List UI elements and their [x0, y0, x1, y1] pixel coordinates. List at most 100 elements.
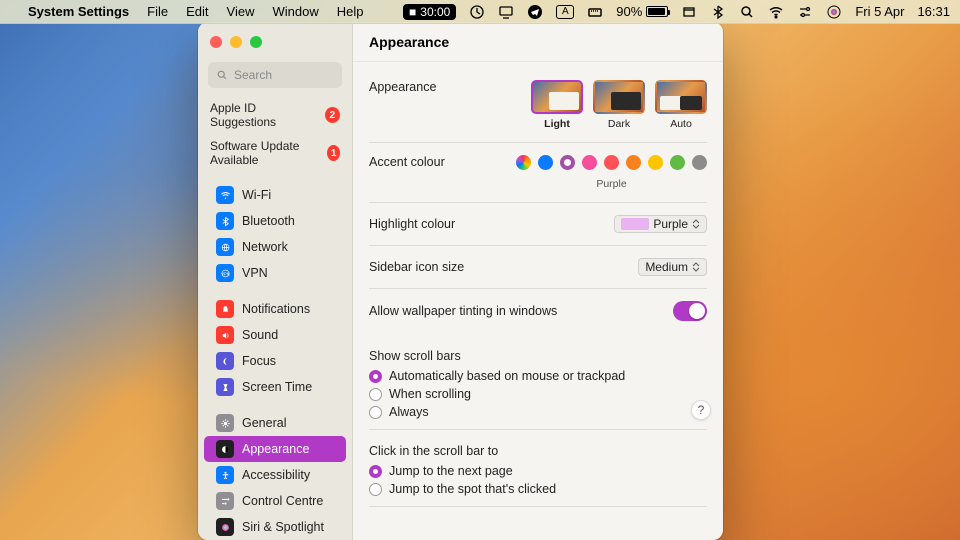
sidebar-item-general[interactable]: General — [204, 410, 346, 436]
sidebar: Search Apple ID Suggestions2 Software Up… — [198, 22, 353, 540]
sidebar-item-notifications[interactable]: Notifications — [204, 296, 346, 322]
radio-label: Jump to the spot that's clicked — [389, 482, 556, 496]
sidebar-item-label: Appearance — [242, 442, 309, 456]
sidebar-item-vpn[interactable]: VPN VPN — [204, 260, 346, 286]
telegram-icon[interactable] — [527, 4, 543, 20]
radio-label: When scrolling — [389, 387, 471, 401]
sidebar-icon-size-popup[interactable]: Medium — [638, 258, 707, 276]
sidebar-item-bluetooth[interactable]: Bluetooth — [204, 208, 346, 234]
radio-option[interactable]: Jump to the next page — [369, 462, 707, 480]
minimize-button[interactable] — [230, 36, 242, 48]
menu-help[interactable]: Help — [337, 4, 364, 19]
row-label: Allow wallpaper tinting in windows — [369, 304, 557, 318]
radio-dot — [369, 483, 382, 496]
sidebar-item-accessibility[interactable]: Accessibility — [204, 462, 346, 488]
thumbnail — [655, 80, 707, 114]
sidebar-item-label: VPN — [242, 266, 268, 280]
radio-dot — [369, 388, 382, 401]
accent-swatch[interactable] — [582, 155, 597, 170]
menu-file[interactable]: File — [147, 4, 168, 19]
sidebar-notice[interactable]: Apple ID Suggestions2 — [198, 96, 352, 134]
radio-label: Automatically based on mouse or trackpad — [389, 369, 625, 383]
mode-label: Light — [544, 118, 570, 130]
close-button[interactable] — [210, 36, 222, 48]
globe-icon — [216, 238, 234, 256]
control-centre-icon[interactable] — [797, 4, 813, 20]
sidebar-item-sound[interactable]: Sound — [204, 322, 346, 348]
sidebar-item-label: Wi-Fi — [242, 188, 271, 202]
accent-swatch[interactable] — [692, 155, 707, 170]
search-placeholder: Search — [234, 68, 272, 82]
radio-dot — [369, 406, 382, 419]
row-label: Highlight colour — [369, 217, 455, 231]
highlight-colour-popup[interactable]: Purple — [614, 215, 707, 233]
accent-swatch[interactable] — [560, 155, 575, 170]
thumbnail — [593, 80, 645, 114]
battery-menu-extra[interactable]: 90% — [616, 4, 668, 19]
sidebar-item-label: General — [242, 416, 286, 430]
accent-swatch[interactable] — [604, 155, 619, 170]
sidebar-item-appearance[interactable]: Appearance — [204, 436, 346, 462]
zoom-button[interactable] — [250, 36, 262, 48]
cc-icon — [216, 492, 234, 510]
menu-view[interactable]: View — [227, 4, 255, 19]
accent-swatch[interactable] — [516, 155, 531, 170]
accent-swatch[interactable] — [648, 155, 663, 170]
thumbnail — [531, 80, 583, 114]
svg-text:VPN: VPN — [221, 271, 229, 276]
spotlight-icon[interactable] — [739, 4, 755, 20]
menu-extra-icon[interactable] — [469, 4, 485, 20]
accent-swatch[interactable] — [670, 155, 685, 170]
appearance-mode-dark[interactable]: Dark — [593, 80, 645, 130]
sidebar-item-label: Siri & Spotlight — [242, 520, 324, 534]
accent-selected-name: Purple — [596, 178, 626, 190]
siri-icon[interactable] — [826, 4, 842, 20]
sidebar-item-siri-spotlight[interactable]: Siri & Spotlight — [204, 514, 346, 540]
clock-time[interactable]: 16:31 — [917, 4, 950, 19]
wallpaper-tinting-toggle[interactable] — [673, 301, 707, 321]
search-input[interactable]: Search — [208, 62, 342, 88]
appearance-mode-light[interactable]: Light — [531, 80, 583, 130]
page-title: Appearance — [353, 22, 723, 62]
app-menu[interactable]: System Settings — [28, 4, 129, 19]
moon-icon — [216, 352, 234, 370]
menu-extra-icon[interactable] — [681, 4, 697, 20]
sidebar-item-control-centre[interactable]: Control Centre — [204, 488, 346, 514]
sidebar-item-wi-fi[interactable]: Wi-Fi — [204, 182, 346, 208]
highlight-colour-chip — [621, 218, 649, 230]
menu-window[interactable]: Window — [272, 4, 318, 19]
radio-option[interactable]: Automatically based on mouse or trackpad — [369, 367, 707, 385]
radio-option[interactable]: Jump to the spot that's clicked — [369, 480, 707, 498]
sidebar-notice[interactable]: Software Update Available1 — [198, 134, 352, 172]
radio-option[interactable]: Always — [369, 403, 707, 421]
accent-swatch[interactable] — [538, 155, 553, 170]
sidebar-item-focus[interactable]: Focus — [204, 348, 346, 374]
sidebar-item-screen-time[interactable]: Screen Time — [204, 374, 346, 400]
menu-edit[interactable]: Edit — [186, 4, 208, 19]
wifi-icon[interactable] — [768, 4, 784, 20]
accent-swatch[interactable] — [626, 155, 641, 170]
sidebar-item-label: Sound — [242, 328, 278, 342]
radio-label: Always — [389, 405, 429, 419]
appearance-mode-auto[interactable]: Auto — [655, 80, 707, 130]
clock-date[interactable]: Fri 5 Apr — [855, 4, 904, 19]
radio-option[interactable]: When scrolling — [369, 385, 707, 403]
sidebar-item-label: Screen Time — [242, 380, 312, 394]
help-button[interactable]: ? — [691, 400, 711, 420]
settings-window: Search Apple ID Suggestions2 Software Up… — [198, 22, 723, 540]
radio-dot — [369, 465, 382, 478]
timer-menu-extra[interactable]: ■ 30:00 — [403, 4, 456, 20]
siri-icon — [216, 518, 234, 536]
badge: 2 — [325, 107, 340, 123]
chevron-updown-icon — [692, 219, 702, 229]
row-label: Appearance — [369, 80, 436, 94]
bt-icon — [216, 212, 234, 230]
sidebar-item-network[interactable]: Network — [204, 234, 346, 260]
menu-extra-icon[interactable] — [498, 4, 514, 20]
menu-extra-icon[interactable] — [587, 4, 603, 20]
window-controls — [198, 22, 352, 62]
acc-icon — [216, 466, 234, 484]
sidebar-item-label: Control Centre — [242, 494, 323, 508]
input-source-icon[interactable]: A — [556, 5, 574, 19]
bluetooth-icon[interactable] — [710, 4, 726, 20]
